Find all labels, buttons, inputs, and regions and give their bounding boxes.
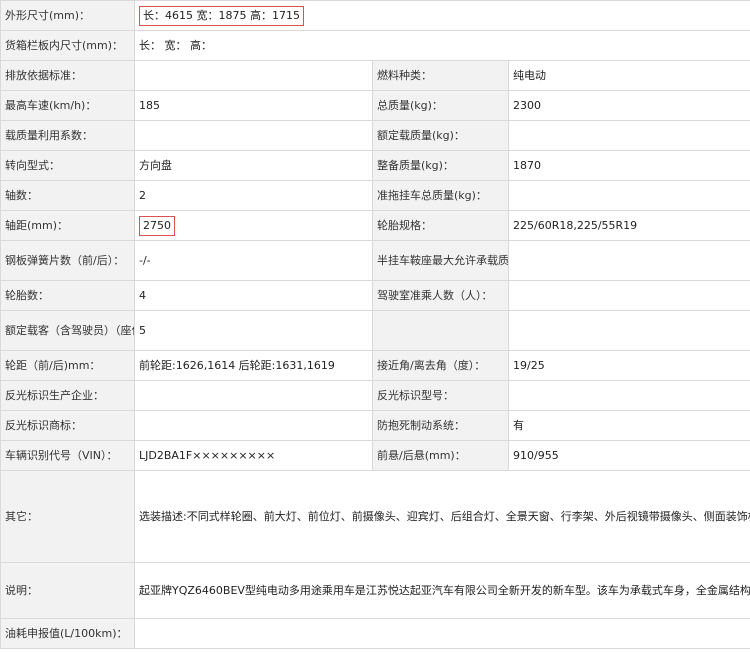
reflector-maker-value [134,380,373,411]
other-value: 选装描述:不同式样轮圈、前大灯、前位灯、前摄像头、迎宾灯、后组合灯、全景天窗、行… [133,470,750,563]
seating-capacity-label: 额定载客（含驾驶员）（座位数）： [0,310,135,351]
fuel-type-value: 纯电动 [507,60,750,91]
wheelbase-value: 2750 [134,210,373,241]
rated-load-value [507,120,750,151]
vin-label: 车辆识别代号（VIN）： [0,440,135,471]
total-mass-value: 2300 [507,90,750,121]
fuel-type-label: 燃料种类： [372,60,509,91]
trailer-mass-label: 准拖挂车总质量(kg)： [372,180,509,211]
cargo-box-value: 长： 宽： 高： [133,30,750,61]
emission-standard-label: 排放依据标准： [0,60,135,91]
tire-count-value: 4 [134,280,373,311]
trailer-mass-value [507,180,750,211]
reflector-brand-value [134,410,373,441]
fuel-consumption-label: 油耗申报值(L/100km)： [0,618,135,649]
cargo-box-label: 货箱栏板内尺寸(mm)： [0,30,135,61]
table-row: 油耗申报值(L/100km)： [0,618,750,649]
axle-count-label: 轴数： [0,180,135,211]
wheelbase-label: 轴距(mm)： [0,210,135,241]
axle-count-value: 2 [134,180,373,211]
table-row: 货箱栏板内尺寸(mm)： 长： 宽： 高： [0,30,750,61]
load-coefficient-label: 载质量利用系数： [0,120,135,151]
reflector-model-value [507,380,750,411]
description-label: 说明： [0,562,135,619]
table-row: 车辆识别代号（VIN）： LJD2BA1F××××××××× 前悬/后悬(mm)… [0,440,750,471]
table-row: 载质量利用系数： 额定载质量(kg)： [0,120,750,151]
wheelbase-highlight: 2750 [139,215,175,236]
track-width-value: 前轮距:1626,1614 后轮距:1631,1619 [134,350,373,381]
table-row: 反光标识商标： 防抱死制动系统： 有 [0,410,750,441]
empty-label [372,310,509,351]
steering-type-value: 方向盘 [134,150,373,181]
reflector-maker-label: 反光标识生产企业： [0,380,135,411]
saddle-load-label: 半挂车鞍座最大允许承载质量(kg)： [372,240,509,281]
max-speed-value: 185 [134,90,373,121]
rated-load-label: 额定载质量(kg)： [372,120,509,151]
saddle-load-value [507,240,750,281]
table-row: 钢板弹簧片数（前/后）： -/- 半挂车鞍座最大允许承载质量(kg)： [0,240,750,281]
steering-type-label: 转向型式： [0,150,135,181]
load-coefficient-value [134,120,373,151]
dimensions-value: 长：4615 宽：1875 高：1715 [133,0,750,31]
approach-angle-value: 19/25 [507,350,750,381]
fuel-consumption-value [133,618,750,649]
reflector-model-label: 反光标识型号： [372,380,509,411]
table-row: 轴距(mm)： 2750 轮胎规格： 225/60R18,225/55R19 [0,210,750,241]
track-width-label: 轮距（前/后)mm： [0,350,135,381]
table-row: 额定载客（含驾驶员）（座位数）： 5 [0,310,750,351]
emission-standard-value [134,60,373,91]
table-row: 轮距（前/后)mm： 前轮距:1626,1614 后轮距:1631,1619 接… [0,350,750,381]
other-label: 其它： [0,470,135,563]
approach-angle-label: 接近角/离去角（度）： [372,350,509,381]
abs-label: 防抱死制动系统： [372,410,509,441]
cab-passengers-label: 驾驶室准乘人数（人）： [372,280,509,311]
empty-value [507,310,750,351]
tire-spec-value: 225/60R18,225/55R19 [507,210,750,241]
table-row: 反光标识生产企业： 反光标识型号： [0,380,750,411]
reflector-brand-label: 反光标识商标： [0,410,135,441]
leaf-spring-value: -/- [134,240,373,281]
dimensions-label: 外形尺寸(mm)： [0,0,135,31]
tire-count-label: 轮胎数： [0,280,135,311]
cab-passengers-value [507,280,750,311]
table-row: 外形尺寸(mm)： 长：4615 宽：1875 高：1715 [0,0,750,31]
overhang-value: 910/955 [507,440,750,471]
vehicle-spec-table: 外形尺寸(mm)： 长：4615 宽：1875 高：1715 货箱栏板内尺寸(m… [0,0,750,649]
curb-weight-label: 整备质量(kg)： [372,150,509,181]
curb-weight-value: 1870 [507,150,750,181]
tire-spec-label: 轮胎规格： [372,210,509,241]
table-row: 排放依据标准： 燃料种类： 纯电动 [0,60,750,91]
table-row: 最高车速(km/h)： 185 总质量(kg)： 2300 [0,90,750,121]
table-row: 轮胎数： 4 驾驶室准乘人数（人）： [0,280,750,311]
dimensions-highlight: 长：4615 宽：1875 高：1715 [139,5,304,26]
overhang-label: 前悬/后悬(mm)： [372,440,509,471]
table-row: 转向型式： 方向盘 整备质量(kg)： 1870 [0,150,750,181]
leaf-spring-label: 钢板弹簧片数（前/后）： [0,240,135,281]
description-value: 起亚牌YQZ6460BEV型纯电动多用途乘用车是江苏悦达起亚汽车有限公司全新开发… [133,562,750,619]
table-row: 轴数： 2 准拖挂车总质量(kg)： [0,180,750,211]
abs-value: 有 [507,410,750,441]
table-row: 说明： 起亚牌YQZ6460BEV型纯电动多用途乘用车是江苏悦达起亚汽车有限公司… [0,562,750,619]
vin-value: LJD2BA1F××××××××× [134,440,373,471]
table-row: 其它： 选装描述:不同式样轮圈、前大灯、前位灯、前摄像头、迎宾灯、后组合灯、全景… [0,470,750,563]
seating-capacity-value: 5 [134,310,373,351]
max-speed-label: 最高车速(km/h)： [0,90,135,121]
total-mass-label: 总质量(kg)： [372,90,509,121]
